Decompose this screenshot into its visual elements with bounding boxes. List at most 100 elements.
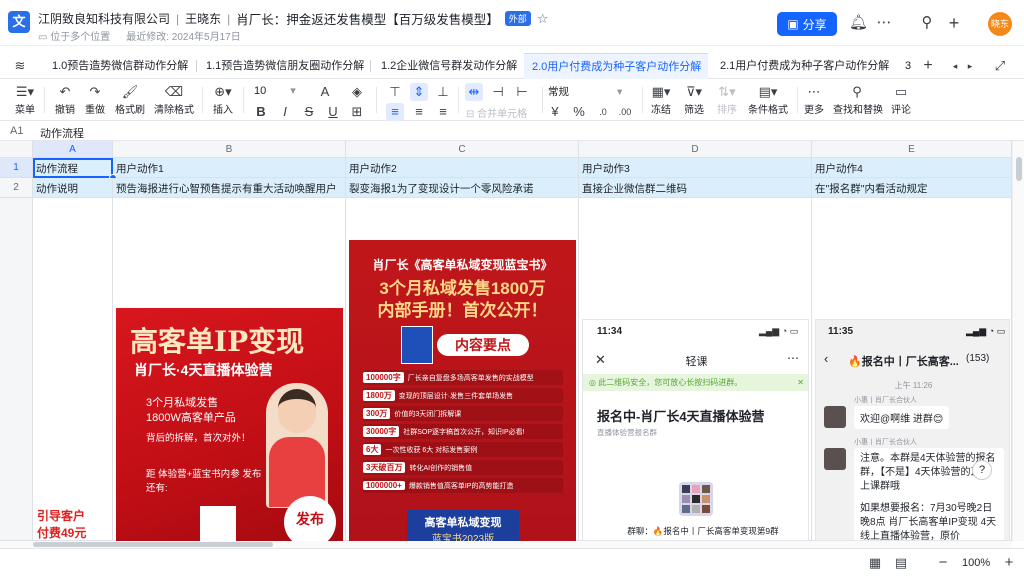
formula-input[interactable]: 动作流程: [40, 125, 84, 141]
comment-button[interactable]: ▭ 评论: [889, 83, 913, 116]
column-header-d[interactable]: D: [579, 141, 812, 158]
search-icon[interactable]: ⚲: [918, 14, 936, 32]
cell-e1[interactable]: 用户动作4: [812, 158, 1012, 178]
avatar[interactable]: 晓东: [988, 12, 1012, 36]
tab-next-icon[interactable]: ▸: [961, 57, 979, 75]
row-header-2[interactable]: 2: [0, 178, 33, 198]
increase-decimal-icon[interactable]: .00: [616, 103, 634, 121]
formula-bar: A1 动作流程: [0, 121, 1024, 141]
help-icon[interactable]: ?: [972, 460, 992, 480]
font-color-icon[interactable]: A: [316, 83, 334, 101]
more-icon[interactable]: ⋯: [875, 14, 893, 32]
more-button[interactable]: ⋯ 更多: [802, 83, 826, 116]
chat-screenshot-2[interactable]: 11:35 ▂▄▆ ◔ ▭ ‹ 🔥报名中丨厂长高客... (153) 上午 11…: [815, 319, 1010, 541]
tab-1-2[interactable]: 1.2企业微信号群发动作分解: [373, 53, 525, 79]
merge-cells-button[interactable]: ⊟ 合并单元格: [466, 105, 538, 120]
clear-format-button[interactable]: ⌫ 清除格式: [153, 83, 195, 116]
row-header-3[interactable]: [0, 198, 33, 541]
bell-icon[interactable]: 🔔︎: [849, 14, 868, 32]
freeze-button[interactable]: ▦▾ 冻结: [648, 83, 674, 116]
column-header-c[interactable]: C: [346, 141, 579, 158]
tab-1-0[interactable]: 1.0预告造势微信群动作分解: [44, 53, 196, 79]
cell-b2[interactable]: 预告海报进行心智预售提示有重大活动唤醒用户: [113, 178, 346, 198]
cell-a3[interactable]: 引导客户 付费49元: [33, 198, 113, 541]
align-middle-icon[interactable]: ⇕: [410, 83, 428, 101]
zoom-in-icon[interactable]: +: [1000, 554, 1018, 572]
zoom-out-icon[interactable]: −: [934, 554, 952, 572]
format-painter-button[interactable]: 🖌︎ 格式刷: [114, 83, 146, 116]
zoom-level[interactable]: 100%: [962, 557, 990, 569]
select-all-corner[interactable]: [0, 141, 33, 158]
font-size-select[interactable]: 10 ▾: [254, 84, 304, 97]
overflow-icon[interactable]: ⊣: [489, 83, 507, 101]
fill-color-icon[interactable]: ◈: [348, 83, 366, 101]
close-icon[interactable]: ✕: [797, 374, 804, 391]
expand-icon[interactable]: ⤢: [991, 57, 1009, 75]
align-right-icon[interactable]: ≡: [434, 103, 452, 121]
poster2-item-tag: 6大: [363, 444, 382, 455]
tab-3[interactable]: 3: [897, 53, 919, 79]
column-header-a[interactable]: A: [33, 141, 113, 158]
column-header-e[interactable]: E: [812, 141, 1012, 158]
sort-button[interactable]: ⇅▾ 排序: [714, 83, 740, 116]
clip-icon[interactable]: ⊢: [513, 83, 531, 101]
share-button[interactable]: ▣ 分享: [777, 12, 837, 36]
wrap-icon[interactable]: ⇹: [465, 83, 483, 101]
plus-icon[interactable]: +: [945, 14, 963, 32]
grid-view-icon[interactable]: ▦: [866, 554, 884, 572]
conditional-format-button[interactable]: ▤▾ 条件格式: [746, 83, 790, 116]
scroll-thumb[interactable]: [33, 542, 273, 547]
redo-button[interactable]: ↷ 重做: [82, 83, 108, 116]
filter-button[interactable]: ⊽▾ 筛选: [681, 83, 707, 116]
breadcrumb-owner[interactable]: 王晓东: [185, 10, 221, 27]
find-replace-button[interactable]: ⚲ 查找和替换: [833, 83, 883, 116]
location-text[interactable]: ▭ 位于多个位置: [38, 28, 110, 43]
tab-1-1[interactable]: 1.1预告造势微信朋友圈动作分解: [198, 53, 372, 79]
menu-button[interactable]: ☰▾ 菜单: [10, 83, 40, 116]
column-header-b[interactable]: B: [113, 141, 346, 158]
star-icon[interactable]: ☆: [537, 11, 549, 27]
cell-d1[interactable]: 用户动作3: [579, 158, 812, 178]
doc-title[interactable]: 肖厂长：押金返还发售模型【百万级发售模型】: [236, 9, 499, 28]
horizontal-scrollbar[interactable]: [0, 541, 1012, 548]
poster-image-1[interactable]: 高客单IP变现 肖厂长·4天直播体验营 3个月私域发售 1800W高客单产品 背后…: [116, 308, 343, 541]
italic-icon[interactable]: I: [276, 103, 294, 121]
page-view-icon[interactable]: ▤: [892, 554, 910, 572]
back-icon[interactable]: ‹: [824, 351, 828, 366]
chat-screenshot-1[interactable]: 11:34 ▂▄▆ ◔ ▭ ✕ 轻课 ⋯ ◎ 此二维码安全，您可放心长按扫码进群…: [582, 319, 809, 541]
tab-2-1[interactable]: 2.1用户付费成为种子客户动作分解: [712, 53, 897, 79]
bold-icon[interactable]: B: [252, 103, 270, 121]
scroll-thumb[interactable]: [1016, 157, 1022, 181]
doc-meta: ▭ 位于多个位置 最近修改: 2024年5月17日: [38, 28, 241, 43]
strikethrough-icon[interactable]: S: [300, 103, 318, 121]
align-top-icon[interactable]: ⊤: [386, 83, 404, 101]
align-center-icon[interactable]: ≡: [410, 103, 428, 121]
align-left-icon[interactable]: ≡: [386, 103, 404, 121]
cell-e2[interactable]: 在"报名群"内看活动规定: [812, 178, 1012, 198]
cell-reference[interactable]: A1: [10, 125, 23, 137]
decrease-decimal-icon[interactable]: .0: [594, 103, 612, 121]
align-bottom-icon[interactable]: ⊥: [434, 83, 452, 101]
vertical-scrollbar[interactable]: [1012, 141, 1024, 541]
tab-2-0[interactable]: 2.0用户付费成为种子客户动作分解: [524, 53, 708, 79]
percent-icon[interactable]: %: [570, 103, 588, 121]
number-format-select[interactable]: 常规 ▾: [548, 84, 628, 99]
add-sheet-icon[interactable]: +: [919, 57, 937, 75]
cell-c1[interactable]: 用户动作2: [346, 158, 579, 178]
cell-b1[interactable]: 用户动作1: [113, 158, 346, 178]
currency-icon[interactable]: ¥: [546, 103, 564, 121]
layers-icon[interactable]: ≋: [11, 57, 29, 75]
cell-d2[interactable]: 直接企业微信群二维码: [579, 178, 812, 198]
underline-icon[interactable]: U: [324, 103, 342, 121]
poster-image-2[interactable]: 肖厂长《高客单私域变现蓝宝书》 3个月私域发售1800万 内部手册！首次公开！ …: [349, 240, 576, 541]
insert-button[interactable]: ⊕▾ 插入: [208, 83, 238, 116]
cell-a1[interactable]: 动作流程: [33, 158, 113, 178]
border-icon[interactable]: ⊞: [348, 103, 366, 121]
cell-a2[interactable]: 动作说明: [33, 178, 113, 198]
row-header-1[interactable]: 1: [0, 158, 33, 178]
undo-button[interactable]: ↶ 撤销: [52, 83, 78, 116]
cell-c2[interactable]: 裂变海报1为了变现设计一个零风险承诺: [346, 178, 579, 198]
status-time: 11:35: [828, 326, 854, 337]
breadcrumb-org[interactable]: 江阴致良知科技有限公司: [38, 10, 170, 27]
more-icon[interactable]: ⋯: [787, 351, 799, 365]
